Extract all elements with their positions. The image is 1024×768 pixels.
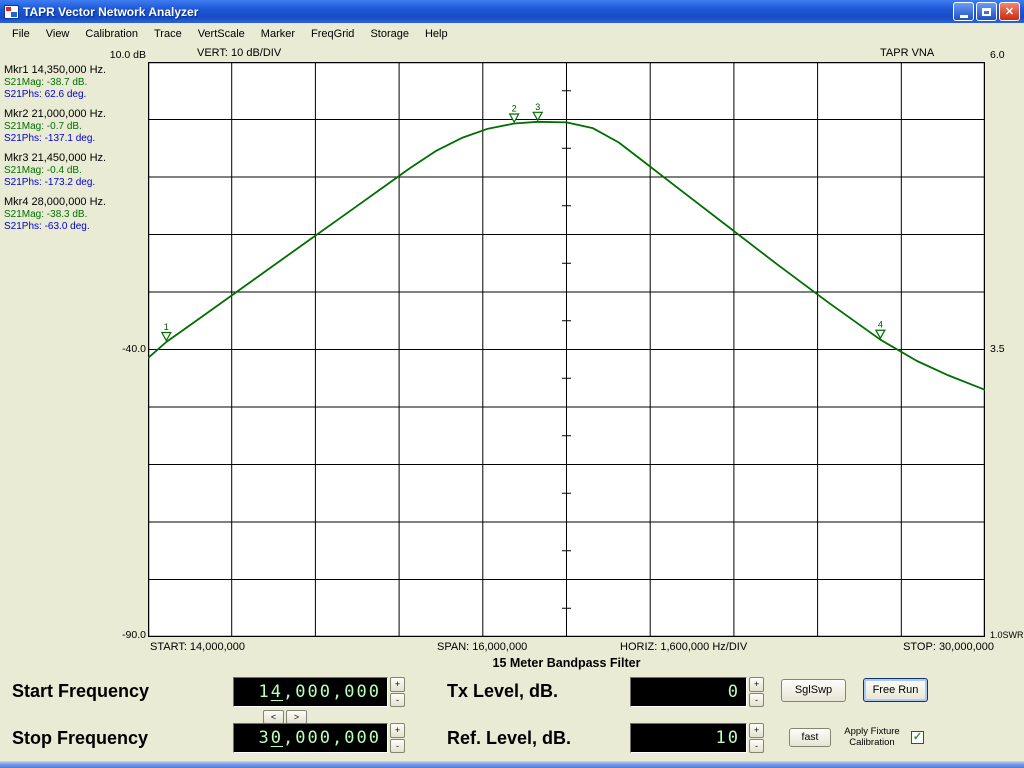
sglswp-button[interactable]: SglSwp bbox=[781, 679, 846, 702]
free-run-button[interactable]: Free Run bbox=[863, 678, 928, 702]
marker-readout-3: Mkr3 21,450,000 Hz. S21Mag: -0.4 dB. S21… bbox=[4, 152, 146, 189]
plot-svg: 1 2 3 4 bbox=[148, 62, 985, 637]
menu-item-freqgrid[interactable]: FreqGrid bbox=[303, 25, 362, 43]
marker-s21phs: S21Phs: 62.6 deg. bbox=[4, 89, 146, 101]
check-icon: ✓ bbox=[913, 731, 922, 743]
apply-fixture-calibration-label: Apply Fixture Calibration bbox=[836, 726, 908, 748]
right-axis-mid-label: 3.5 bbox=[990, 343, 1024, 355]
marker-readout-panel: Mkr1 14,350,000 Hz. S21Mag: -38.7 dB. S2… bbox=[4, 64, 146, 240]
menu-item-trace[interactable]: Trace bbox=[146, 25, 190, 43]
chart-subtitle: 15 Meter Bandpass Filter bbox=[148, 656, 985, 670]
marker-s21mag: S21Mag: -38.7 dB. bbox=[4, 77, 146, 89]
stop-frequency-spinner-up[interactable]: + bbox=[390, 723, 405, 738]
menu-item-help[interactable]: Help bbox=[417, 25, 456, 43]
marker-s21mag: S21Mag: -0.4 dB. bbox=[4, 165, 146, 177]
marker-title: Mkr2 21,000,000 Hz. bbox=[4, 108, 146, 121]
svg-text:1: 1 bbox=[164, 322, 169, 332]
stop-frequency-label: Stop Frequency bbox=[12, 728, 148, 749]
svg-text:2: 2 bbox=[512, 104, 517, 114]
trace-name-label: TAPR VNA bbox=[880, 47, 934, 59]
taskbar-edge bbox=[0, 761, 1024, 768]
start-frequency-label: Start Frequency bbox=[12, 681, 149, 702]
marker-title: Mkr1 14,350,000 Hz. bbox=[4, 64, 146, 77]
start-frequency-spinner-down[interactable]: - bbox=[390, 693, 405, 708]
maximize-button[interactable] bbox=[976, 2, 997, 21]
stop-freq-label: STOP: 30,000,000 bbox=[903, 641, 994, 653]
digit-left-button[interactable]: < bbox=[263, 710, 284, 724]
maximize-icon bbox=[982, 8, 991, 16]
menu-bar: File View Calibration Trace VertScale Ma… bbox=[0, 23, 1024, 45]
left-axis-top-label: 10.0 dB bbox=[90, 49, 146, 61]
close-icon: ✕ bbox=[1005, 5, 1014, 18]
menu-item-calibration[interactable]: Calibration bbox=[77, 25, 146, 43]
app-icon bbox=[4, 5, 19, 19]
marker-title: Mkr4 28,000,000 Hz. bbox=[4, 196, 146, 209]
stop-frequency-display[interactable]: 30,000,000 bbox=[233, 723, 388, 753]
ref-level-label: Ref. Level, dB. bbox=[447, 728, 571, 749]
menu-item-storage[interactable]: Storage bbox=[362, 25, 417, 43]
marker-title: Mkr3 21,450,000 Hz. bbox=[4, 152, 146, 165]
menu-item-file[interactable]: File bbox=[4, 25, 38, 43]
marker-readout-4: Mkr4 28,000,000 Hz. S21Mag: -38.3 dB. S2… bbox=[4, 196, 146, 233]
menu-item-view[interactable]: View bbox=[38, 25, 78, 43]
menu-item-vertscale[interactable]: VertScale bbox=[190, 25, 253, 43]
marker-s21phs: S21Phs: -137.1 deg. bbox=[4, 133, 146, 145]
marker-readout-2: Mkr2 21,000,000 Hz. S21Mag: -0.7 dB. S21… bbox=[4, 108, 146, 145]
ref-level-spinner-up[interactable]: + bbox=[749, 723, 764, 738]
marker-s21phs: S21Phs: -63.0 deg. bbox=[4, 221, 146, 233]
title-bar: TAPR Vector Network Analyzer ✕ bbox=[0, 0, 1024, 23]
tx-level-spinner-down[interactable]: - bbox=[749, 693, 764, 708]
start-frequency-display[interactable]: 14,000,000 bbox=[233, 677, 388, 707]
tx-level-display[interactable]: 0 bbox=[630, 677, 747, 707]
digit-right-button[interactable]: > bbox=[286, 710, 307, 724]
svg-text:3: 3 bbox=[535, 102, 540, 112]
plot-area: 1 2 3 4 bbox=[148, 62, 985, 637]
minimize-icon bbox=[960, 15, 968, 18]
tx-level-spinner-up[interactable]: + bbox=[749, 677, 764, 692]
tx-level-spinner: + - bbox=[749, 677, 764, 707]
marker-s21phs: S21Phs: -173.2 deg. bbox=[4, 177, 146, 189]
tx-level-label: Tx Level, dB. bbox=[447, 681, 558, 702]
close-button[interactable]: ✕ bbox=[999, 2, 1020, 21]
stop-frequency-spinner: + - bbox=[390, 723, 405, 753]
ref-level-display[interactable]: 10 bbox=[630, 723, 747, 753]
span-label: SPAN: 16,000,000 bbox=[437, 641, 527, 653]
minimize-button[interactable] bbox=[953, 2, 974, 21]
start-freq-label: START: 14,000,000 bbox=[150, 641, 245, 653]
menu-item-marker[interactable]: Marker bbox=[253, 25, 303, 43]
horiz-div-label: HORIZ: 1,600,000 Hz/DIV bbox=[620, 641, 747, 653]
right-axis-bottom-label: 1.0SWR bbox=[990, 630, 1024, 640]
start-frequency-spinner-up[interactable]: + bbox=[390, 677, 405, 692]
fast-button[interactable]: fast bbox=[789, 728, 831, 747]
marker-readout-1: Mkr1 14,350,000 Hz. S21Mag: -38.7 dB. S2… bbox=[4, 64, 146, 101]
right-axis-top-label: 6.0 bbox=[990, 49, 1024, 61]
svg-text:4: 4 bbox=[878, 320, 883, 330]
left-axis-bottom-label: -90.0 bbox=[90, 629, 146, 641]
vert-scale-label: VERT: 10 dB/DIV bbox=[197, 47, 281, 59]
ref-level-spinner: + - bbox=[749, 723, 764, 753]
start-frequency-spinner: + - bbox=[390, 677, 405, 707]
stop-frequency-spinner-down[interactable]: - bbox=[390, 739, 405, 754]
window-title: TAPR Vector Network Analyzer bbox=[23, 5, 198, 19]
left-axis-mid-label: -40.0 bbox=[90, 343, 146, 355]
apply-fixture-calibration-checkbox[interactable]: ✓ bbox=[911, 731, 924, 744]
marker-s21mag: S21Mag: -38.3 dB. bbox=[4, 209, 146, 221]
marker-s21mag: S21Mag: -0.7 dB. bbox=[4, 121, 146, 133]
ref-level-spinner-down[interactable]: - bbox=[749, 739, 764, 754]
